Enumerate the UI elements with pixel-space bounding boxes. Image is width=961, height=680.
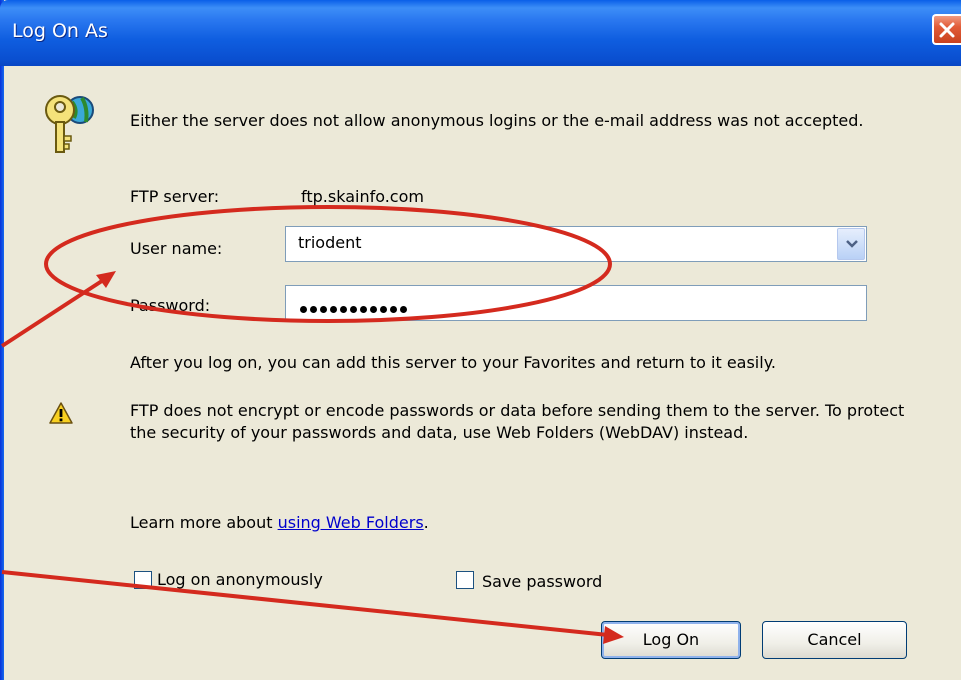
chevron-down-icon xyxy=(846,240,858,248)
warning-icon xyxy=(49,402,73,424)
learn-more-prefix: Learn more about xyxy=(130,513,278,532)
dialog-content: Either the server does not allow anonymo… xyxy=(4,66,961,680)
close-icon xyxy=(939,22,955,38)
window-title: Log On As xyxy=(12,20,108,42)
password-mask xyxy=(300,298,410,317)
cancel-button[interactable]: Cancel xyxy=(762,621,907,659)
username-combobox[interactable]: triodent xyxy=(285,226,867,262)
close-button[interactable] xyxy=(932,14,961,45)
save-password-checkbox[interactable] xyxy=(456,571,474,589)
password-label: Password: xyxy=(130,296,211,315)
learn-more-text: Learn more about using Web Folders. xyxy=(130,512,429,534)
error-message: Either the server does not allow anonymo… xyxy=(130,111,864,130)
title-bar[interactable]: Log On As xyxy=(0,0,961,66)
keys-globe-icon xyxy=(45,95,94,153)
learn-more-suffix: . xyxy=(423,513,429,532)
anonymous-checkbox-label[interactable]: Log on anonymously xyxy=(157,569,323,591)
save-password-label[interactable]: Save password xyxy=(482,571,602,593)
ftp-server-value: ftp.skainfo.com xyxy=(301,187,424,206)
ftp-server-label: FTP server: xyxy=(130,187,220,206)
username-dropdown-button[interactable] xyxy=(837,228,865,260)
favorites-info: After you log on, you can add this serve… xyxy=(130,353,776,372)
username-value: triodent xyxy=(298,233,362,252)
password-field[interactable] xyxy=(285,285,867,321)
security-warning: FTP does not encrypt or encode passwords… xyxy=(130,401,905,442)
logon-dialog: Log On As Either the server does not all… xyxy=(0,0,961,680)
log-on-button[interactable]: Log On xyxy=(601,621,741,659)
username-label: User name: xyxy=(130,239,223,258)
anonymous-checkbox[interactable] xyxy=(134,571,152,589)
web-folders-link[interactable]: using Web Folders xyxy=(278,513,424,532)
